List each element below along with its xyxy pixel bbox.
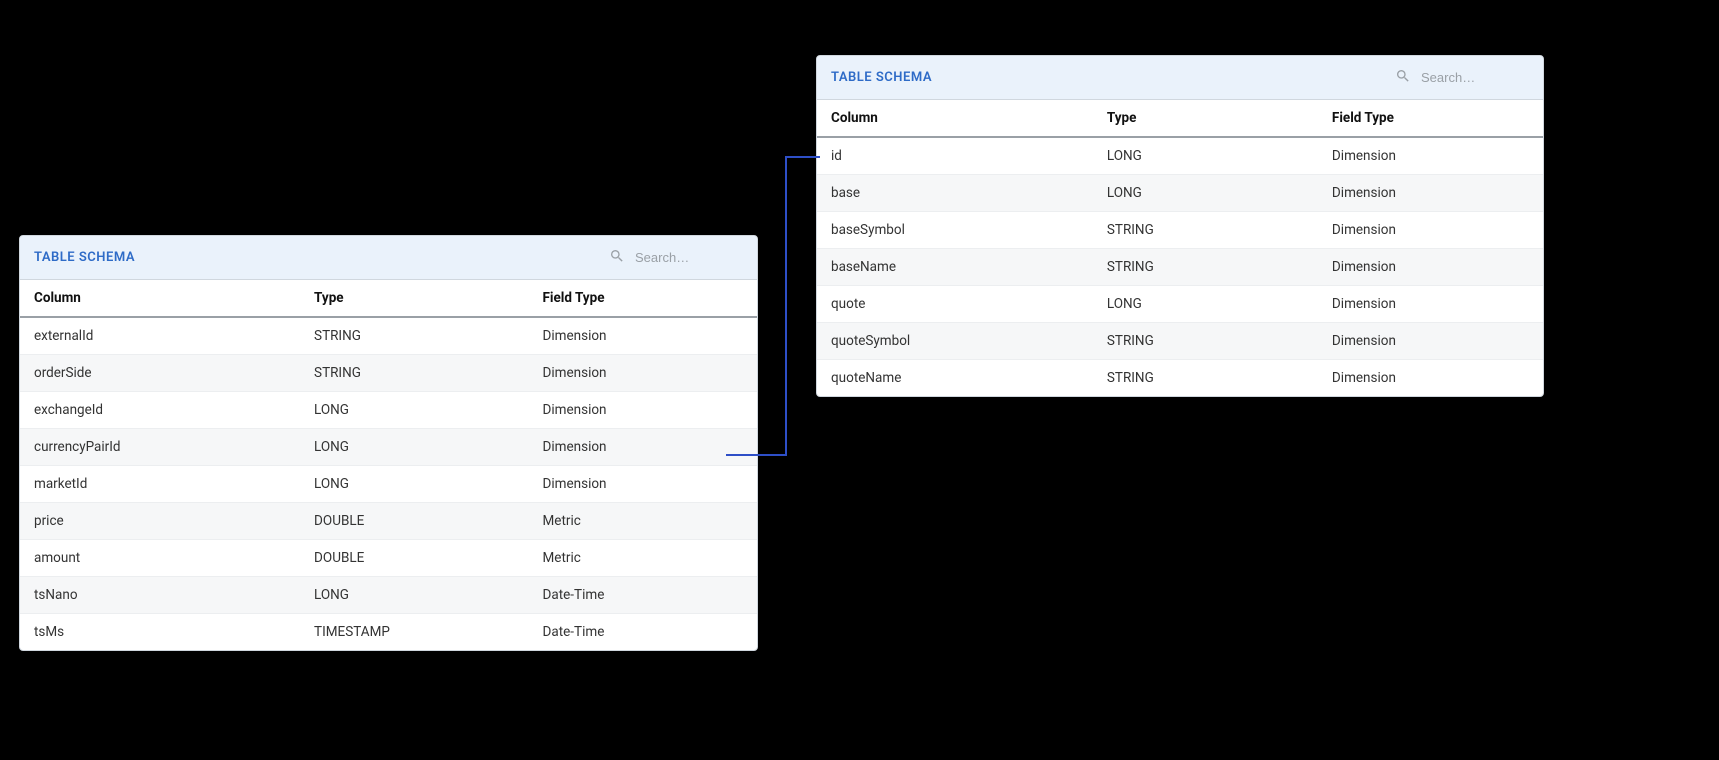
cell-type: LONG: [300, 429, 528, 466]
cell-fieldType: Dimension: [529, 392, 757, 429]
table-row[interactable]: quoteLONGDimension: [817, 286, 1543, 323]
cell-col: currencyPairId: [20, 429, 300, 466]
cell-fieldType: Date-Time: [529, 614, 757, 651]
cell-type: LONG: [300, 466, 528, 503]
schema-panel-right: TABLE SCHEMA Column Type Field Type idLO…: [816, 55, 1544, 397]
cell-fieldType: Metric: [529, 540, 757, 577]
table-row[interactable]: baseLONGDimension: [817, 175, 1543, 212]
cell-type: STRING: [1093, 323, 1318, 360]
cell-col: amount: [20, 540, 300, 577]
cell-col: marketId: [20, 466, 300, 503]
table-row[interactable]: marketIdLONGDimension: [20, 466, 757, 503]
search-input[interactable]: [1419, 69, 1529, 86]
panel-header: TABLE SCHEMA: [20, 236, 757, 280]
cell-col: id: [817, 137, 1093, 175]
cell-type: LONG: [300, 392, 528, 429]
cell-type: STRING: [300, 355, 528, 392]
panel-title: TABLE SCHEMA: [34, 250, 135, 265]
header-column: Column: [20, 280, 300, 317]
cell-fieldType: Dimension: [529, 429, 757, 466]
cell-col: quoteName: [817, 360, 1093, 397]
cell-fieldType: Dimension: [529, 466, 757, 503]
cell-type: TIMESTAMP: [300, 614, 528, 651]
table-row[interactable]: tsNanoLONGDate-Time: [20, 577, 757, 614]
cell-col: price: [20, 503, 300, 540]
schema-panel-left: TABLE SCHEMA Column Type Field Type exte…: [19, 235, 758, 651]
search-input[interactable]: [633, 249, 743, 266]
cell-type: STRING: [300, 317, 528, 355]
schema-table: Column Type Field Type idLONGDimensionba…: [817, 100, 1543, 396]
cell-type: STRING: [1093, 249, 1318, 286]
cell-fieldType: Date-Time: [529, 577, 757, 614]
cell-type: LONG: [1093, 175, 1318, 212]
cell-fieldType: Metric: [529, 503, 757, 540]
search-icon: [1395, 68, 1411, 88]
cell-type: DOUBLE: [300, 540, 528, 577]
table-row[interactable]: priceDOUBLEMetric: [20, 503, 757, 540]
cell-type: LONG: [1093, 137, 1318, 175]
cell-fieldType: Dimension: [1318, 286, 1543, 323]
cell-type: LONG: [1093, 286, 1318, 323]
table-row[interactable]: externalIdSTRINGDimension: [20, 317, 757, 355]
table-row[interactable]: baseNameSTRINGDimension: [817, 249, 1543, 286]
table-row[interactable]: idLONGDimension: [817, 137, 1543, 175]
cell-col: baseSymbol: [817, 212, 1093, 249]
cell-col: tsMs: [20, 614, 300, 651]
cell-col: externalId: [20, 317, 300, 355]
table-row[interactable]: amountDOUBLEMetric: [20, 540, 757, 577]
cell-col: base: [817, 175, 1093, 212]
cell-type: LONG: [300, 577, 528, 614]
cell-fieldType: Dimension: [1318, 175, 1543, 212]
panel-header: TABLE SCHEMA: [817, 56, 1543, 100]
search-box[interactable]: [1395, 68, 1529, 88]
table-row[interactable]: currencyPairIdLONGDimension: [20, 429, 757, 466]
header-field-type: Field Type: [1318, 100, 1543, 137]
table-row[interactable]: exchangeIdLONGDimension: [20, 392, 757, 429]
cell-fieldType: Dimension: [1318, 249, 1543, 286]
table-row[interactable]: quoteSymbolSTRINGDimension: [817, 323, 1543, 360]
cell-col: baseName: [817, 249, 1093, 286]
cell-type: DOUBLE: [300, 503, 528, 540]
search-box[interactable]: [609, 248, 743, 268]
cell-col: quote: [817, 286, 1093, 323]
cell-col: tsNano: [20, 577, 300, 614]
table-row[interactable]: baseSymbolSTRINGDimension: [817, 212, 1543, 249]
header-type: Type: [300, 280, 528, 317]
cell-type: STRING: [1093, 212, 1318, 249]
cell-fieldType: Dimension: [1318, 360, 1543, 397]
table-row[interactable]: quoteNameSTRINGDimension: [817, 360, 1543, 397]
cell-type: STRING: [1093, 360, 1318, 397]
cell-fieldType: Dimension: [1318, 323, 1543, 360]
schema-table: Column Type Field Type externalIdSTRINGD…: [20, 280, 757, 650]
header-type: Type: [1093, 100, 1318, 137]
panel-title: TABLE SCHEMA: [831, 70, 932, 85]
header-field-type: Field Type: [529, 280, 757, 317]
cell-col: exchangeId: [20, 392, 300, 429]
header-column: Column: [817, 100, 1093, 137]
cell-fieldType: Dimension: [1318, 137, 1543, 175]
cell-col: quoteSymbol: [817, 323, 1093, 360]
cell-fieldType: Dimension: [529, 355, 757, 392]
cell-fieldType: Dimension: [529, 317, 757, 355]
cell-col: orderSide: [20, 355, 300, 392]
search-icon: [609, 248, 625, 268]
table-row[interactable]: orderSideSTRINGDimension: [20, 355, 757, 392]
table-row[interactable]: tsMsTIMESTAMPDate-Time: [20, 614, 757, 651]
cell-fieldType: Dimension: [1318, 212, 1543, 249]
